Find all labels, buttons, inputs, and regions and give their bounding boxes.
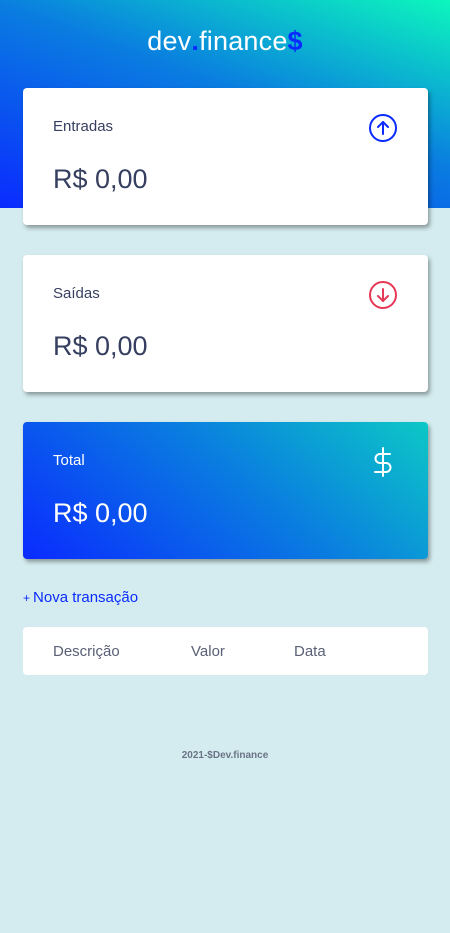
income-label: Entradas — [53, 118, 114, 135]
logo-dev: dev — [147, 26, 192, 56]
expense-value: R$ 0,00 — [53, 331, 148, 361]
app-logo: dev.finance$ — [0, 26, 450, 57]
arrow-down-circle-icon — [368, 280, 398, 310]
transactions-table-header: Descrição Valor Data — [23, 627, 428, 675]
logo-dot: . — [191, 26, 200, 56]
total-value: R$ 0,00 — [53, 498, 148, 528]
income-card: Entradas R$ 0,00 — [23, 88, 428, 225]
new-transaction-link[interactable]: + Nova transação — [23, 589, 138, 606]
dollar-sign-icon — [368, 447, 398, 477]
expense-card: Saídas R$ 0,00 — [23, 255, 428, 392]
total-label: Total — [53, 452, 85, 469]
column-header-date: Data — [294, 643, 326, 660]
plus-icon: + — [23, 591, 31, 605]
total-card: Total R$ 0,00 — [23, 422, 428, 559]
column-header-description: Descrição — [53, 643, 120, 660]
new-transaction-label: Nova transação — [33, 589, 139, 606]
column-header-value: Valor — [191, 643, 225, 660]
income-value: R$ 0,00 — [53, 164, 148, 194]
logo-finance: finance — [199, 26, 288, 56]
expense-label: Saídas — [53, 285, 100, 302]
arrow-up-circle-icon — [368, 113, 398, 143]
footer: 2021-$Dev.finance — [181, 750, 269, 761]
logo-dollar-sign: $ — [287, 26, 303, 56]
